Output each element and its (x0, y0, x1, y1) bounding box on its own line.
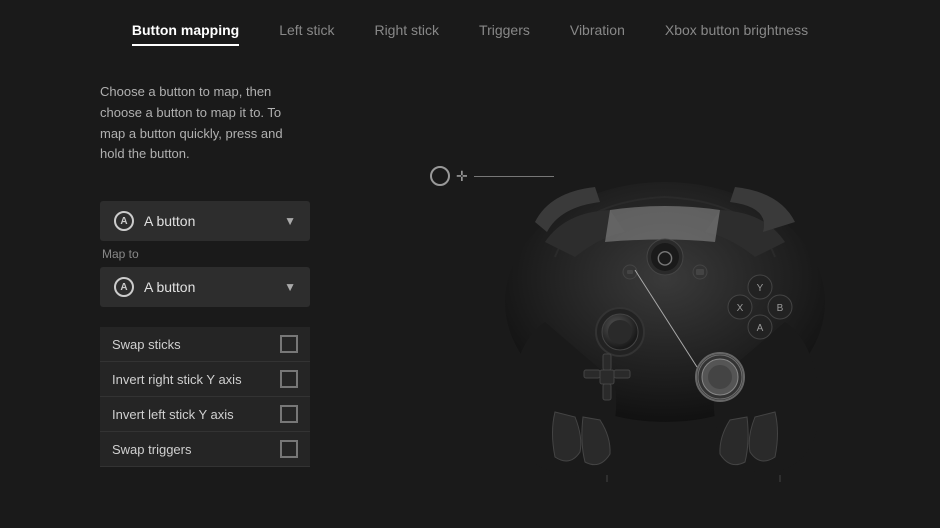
svg-text:Y: Y (757, 283, 764, 294)
tab-button-mapping[interactable]: Button mapping (132, 18, 239, 42)
checkbox-invert-right-stick-y-box[interactable] (280, 370, 298, 388)
tab-left-stick[interactable]: Left stick (279, 18, 334, 42)
checkbox-invert-left-stick-y[interactable]: Invert left stick Y axis (100, 397, 310, 432)
indicator-circle (430, 166, 450, 186)
map-to-dropdown[interactable]: A A button ▼ (100, 267, 310, 307)
right-stick-indicator: ✛ (430, 166, 554, 186)
checkbox-swap-sticks-label: Swap sticks (112, 337, 181, 352)
checkbox-invert-right-stick-y-label: Invert right stick Y axis (112, 372, 242, 387)
checkbox-invert-right-stick-y[interactable]: Invert right stick Y axis (100, 362, 310, 397)
controller-svg: ◯ (455, 102, 875, 482)
svg-text:B: B (777, 303, 784, 314)
indicator-line (474, 176, 554, 177)
button-selector-arrow: ▼ (284, 214, 296, 228)
tab-right-stick[interactable]: Right stick (374, 18, 439, 42)
button-selector-dropdown[interactable]: A A button ▼ (100, 201, 310, 241)
checkboxes-section: Swap sticks Invert right stick Y axis In… (100, 327, 310, 467)
checkbox-invert-left-stick-y-box[interactable] (280, 405, 298, 423)
button-icon: A (114, 211, 134, 231)
map-to-label: Map to (100, 247, 310, 261)
map-to-arrow: ▼ (284, 280, 296, 294)
checkbox-swap-triggers-label: Swap triggers (112, 442, 191, 457)
controller-image: ◯ (455, 102, 875, 482)
main-content: Choose a button to map, then choose a bu… (0, 58, 940, 526)
checkbox-swap-sticks-box[interactable] (280, 335, 298, 353)
tab-triggers[interactable]: Triggers (479, 18, 530, 42)
svg-text:A: A (757, 323, 764, 334)
button-selector-label: A button (144, 213, 195, 229)
checkbox-swap-triggers[interactable]: Swap triggers (100, 432, 310, 467)
tab-xbox-button-brightness[interactable]: Xbox button brightness (665, 18, 808, 42)
checkbox-swap-triggers-box[interactable] (280, 440, 298, 458)
checkbox-swap-sticks[interactable]: Swap sticks (100, 327, 310, 362)
map-to-icon: A (114, 277, 134, 297)
right-panel: ✛ (390, 58, 940, 526)
tab-vibration[interactable]: Vibration (570, 18, 625, 42)
svg-text:◯: ◯ (657, 249, 673, 266)
description-text: Choose a button to map, then choose a bu… (100, 82, 310, 165)
map-to-label-value: A button (144, 279, 195, 295)
left-panel: Choose a button to map, then choose a bu… (0, 58, 390, 526)
checkbox-invert-left-stick-y-label: Invert left stick Y axis (112, 407, 234, 422)
navigation-tabs: Button mapping Left stick Right stick Tr… (0, 0, 940, 58)
svg-text:X: X (737, 303, 744, 314)
crosshair-icon: ✛ (456, 168, 468, 185)
